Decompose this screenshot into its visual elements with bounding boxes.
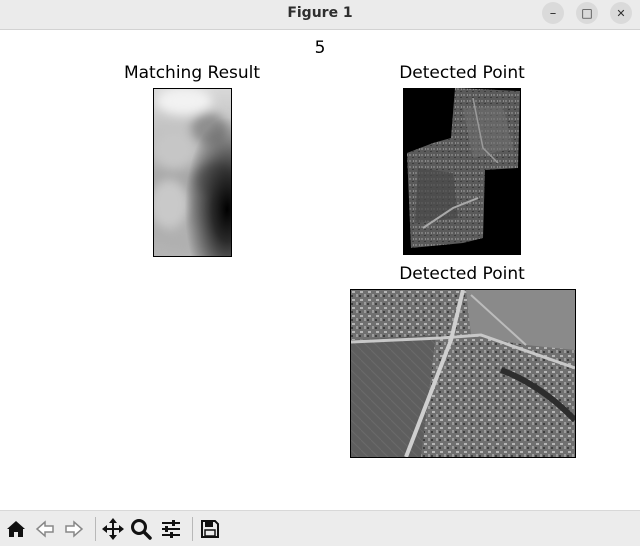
matching-result-image [153, 88, 232, 257]
detected-point-crop-image [350, 289, 576, 458]
figure-canvas[interactable]: 5 Matching Result Detected Point Detecte… [0, 30, 640, 510]
save-button[interactable] [197, 516, 223, 542]
toolbar-separator [192, 517, 193, 541]
axes-title-detected-point-bottom: Detected Point [399, 264, 525, 284]
matching-result-heatmap [154, 89, 231, 256]
figure-suptitle: 5 [314, 38, 326, 58]
home-button[interactable] [3, 516, 29, 542]
title-bar: Figure 1 – □ ✕ [0, 0, 640, 30]
axes-title-detected-point-top: Detected Point [399, 63, 525, 83]
back-arrow-icon [35, 520, 54, 538]
close-button[interactable]: ✕ [610, 2, 632, 24]
axes-title-matching-result: Matching Result [123, 63, 261, 83]
forward-button[interactable] [61, 516, 87, 542]
zoom-magnifier-icon [131, 519, 152, 540]
minimize-icon: – [549, 5, 557, 21]
forward-arrow-icon [65, 520, 84, 538]
navigation-toolbar [0, 510, 640, 546]
close-icon: ✕ [616, 6, 626, 20]
back-button[interactable] [32, 516, 58, 542]
configure-subplots-icon [162, 520, 180, 538]
pan-button[interactable] [100, 516, 126, 542]
zoom-button[interactable] [128, 516, 154, 542]
save-floppy-icon [201, 520, 219, 538]
minimize-button[interactable]: – [542, 2, 564, 24]
stitched-aerial-map [403, 88, 521, 255]
aerial-crop [351, 290, 575, 457]
detected-point-map-image [403, 88, 521, 255]
maximize-button[interactable]: □ [576, 2, 598, 24]
home-icon [7, 521, 25, 537]
maximize-icon: □ [581, 6, 593, 20]
configure-subplots-button[interactable] [158, 516, 184, 542]
pan-move-icon [102, 518, 124, 540]
toolbar-separator [95, 517, 96, 541]
